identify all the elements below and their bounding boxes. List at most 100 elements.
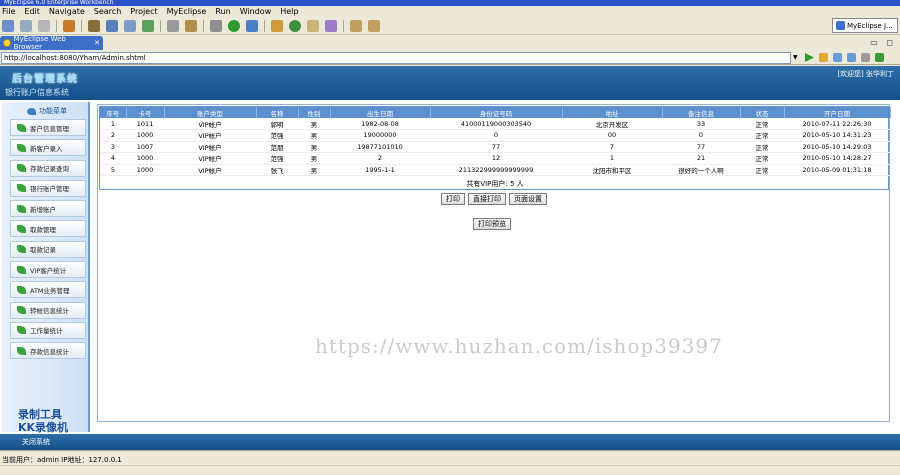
table-cell: 1000 — [126, 152, 164, 165]
browser-icon[interactable] — [142, 19, 154, 32]
back-icon[interactable] — [833, 53, 842, 62]
column-header[interactable]: 地址 — [562, 107, 663, 118]
table-cell: 2010-05-10 14:31:23 — [784, 129, 890, 142]
menu-run[interactable]: Run — [215, 6, 230, 17]
column-header[interactable]: 名称 — [256, 107, 299, 118]
leaf-icon — [17, 346, 26, 355]
table-cell: 郭明 — [256, 118, 298, 130]
deploy-icon[interactable] — [88, 19, 100, 32]
column-header[interactable]: 序号 — [100, 107, 127, 118]
sidebar-item-deposit-stats[interactable]: 存款信息统计 — [10, 342, 86, 360]
tab-web-browser[interactable]: MyEclipse Web Browser ✕ — [0, 35, 103, 51]
print-icon[interactable] — [38, 19, 50, 32]
bookmark-icon[interactable] — [819, 53, 828, 62]
column-header[interactable]: 性别 — [298, 107, 331, 118]
column-header[interactable]: 开户日期 — [784, 107, 891, 118]
menu-navigate[interactable]: Navigate — [49, 6, 85, 17]
column-header[interactable]: 备注信息 — [662, 107, 741, 118]
table-cell: 很好的一个人啊 — [662, 164, 740, 176]
table-row[interactable]: 5 1000 VIP帐户 张飞男 1995-1-1 211322999999999999 沈… — [100, 164, 890, 176]
table-row[interactable]: 3 1007 VIP帐户 范朋男 19877101010 77 7 77 正常 2010-05-1… — [100, 141, 890, 153]
go-icon[interactable] — [805, 53, 814, 62]
sidebar-item-workload-stats[interactable]: 工作量统计 — [10, 321, 86, 339]
table-row[interactable]: 2 1000 VIP帐户 范强男 19000000 0 00 0 正常 2010-05-10 14… — [100, 129, 890, 142]
print-preview-button[interactable]: 打印预览 — [473, 218, 511, 230]
table-cell: 2010-05-10 14:29:03 — [784, 141, 890, 153]
table-cell: 33 — [662, 118, 740, 130]
table-cell: 19000000 — [330, 129, 430, 142]
sidebar-item-label: 存款信息统计 — [30, 347, 69, 356]
table-cell: 1 — [100, 118, 126, 130]
sidebar-item-withdraw-records[interactable]: 取款记录 — [10, 240, 86, 258]
table-cell: VIP帐户 — [164, 118, 256, 130]
server-icon[interactable] — [106, 19, 118, 32]
table-cell: 2010-05-10 14:28:27 — [784, 152, 890, 165]
chevron-down-icon[interactable]: ▼ — [793, 54, 801, 61]
column-header[interactable]: 账户类型 — [164, 107, 257, 118]
forward-icon[interactable] — [847, 53, 856, 62]
sidebar-item-atm-manage[interactable]: ATM业务管理 — [10, 281, 86, 299]
stop-icon[interactable] — [861, 53, 870, 62]
menu-search[interactable]: Search — [94, 6, 121, 17]
new-icon[interactable] — [2, 19, 14, 32]
column-header[interactable]: 出生日期 — [330, 107, 431, 118]
table-cell: 男 — [298, 118, 330, 130]
sidebar-item-transfer-stats[interactable]: 转帐信息统计 — [10, 301, 86, 319]
url-watermark: https://www.huzhan.com/ishop39397 — [315, 334, 723, 358]
menu-help[interactable]: Help — [280, 6, 298, 17]
leaf-icon — [17, 265, 26, 274]
package-icon[interactable] — [63, 19, 75, 32]
sidebar-item-deposit-query[interactable]: 存款记录查询 — [10, 159, 86, 177]
back-icon[interactable] — [350, 19, 362, 32]
column-header[interactable]: 身份证号码 — [430, 107, 563, 118]
page-setup-button[interactable]: 页面设置 — [509, 193, 547, 205]
status-bar: 当前用户：admin IP地址：127.0.0.1 — [0, 450, 900, 475]
sidebar-item-new-account[interactable]: 新增账户 — [10, 200, 86, 218]
menu-file[interactable]: File — [2, 6, 15, 17]
url-input[interactable] — [1, 51, 791, 64]
save-icon[interactable] — [20, 19, 32, 32]
app-header: 后台管理系统 银行账户信息系统 [欢迎您] 张华利丁 — [0, 66, 900, 100]
table-cell: 北京开发区 — [562, 118, 662, 130]
external-tools-icon[interactable] — [289, 19, 301, 32]
vip-grid: 序号 卡号 账户类型 名称 性别 出生日期 身份证号码 地址 备注信息 状态 开… — [100, 107, 891, 176]
marker-icon[interactable] — [325, 19, 337, 32]
gear-icon[interactable] — [210, 19, 222, 32]
open-type-icon[interactable] — [185, 19, 197, 32]
sidebar-item-new-customer[interactable]: 新客户录入 — [10, 139, 86, 157]
search-icon[interactable] — [307, 19, 319, 32]
close-icon[interactable]: ✕ — [94, 39, 100, 47]
debug-icon[interactable] — [246, 19, 258, 32]
folder-icon[interactable] — [271, 19, 283, 32]
menu-project[interactable]: Project — [130, 6, 157, 17]
perspective-switcher[interactable]: MyEclipse J... — [832, 18, 898, 33]
sidebar-item-customer-info[interactable]: 客户信息管理 — [10, 119, 86, 136]
run-icon[interactable] — [228, 19, 240, 32]
table-cell: 77 — [430, 141, 562, 153]
database-icon[interactable] — [124, 19, 136, 32]
welcome-text: [欢迎您] 张华利丁 — [837, 70, 894, 78]
print-button[interactable]: 打印 — [441, 193, 465, 205]
window-controls[interactable]: ▭ ◻ — [870, 38, 896, 47]
column-header[interactable]: 卡号 — [126, 107, 165, 118]
column-header[interactable]: 状态 — [740, 107, 785, 118]
sidebar-item-account-manage[interactable]: 银行账户管理 — [10, 179, 86, 197]
menu-window[interactable]: Window — [240, 6, 272, 17]
leaf-icon — [17, 245, 26, 254]
table-row[interactable]: 4 1000 VIP帐户 范强男 2 12 1 21 正常 2010-05-10 14:28:27 — [100, 152, 890, 165]
direct-print-button[interactable]: 直接打印 — [468, 193, 506, 205]
table-cell: 1000 — [126, 129, 164, 142]
sidebar-item-label: 取款管理 — [30, 225, 56, 234]
sidebar-item-vip-stats[interactable]: VIP客户统计 — [10, 261, 86, 279]
refresh-icon[interactable] — [875, 53, 884, 62]
logout-link[interactable]: 关闭系统 — [22, 437, 50, 447]
forward-icon[interactable] — [368, 19, 380, 32]
leaf-icon — [17, 224, 26, 233]
menu-edit[interactable]: Edit — [24, 6, 40, 17]
sidebar-item-withdraw-manage[interactable]: 取款管理 — [10, 220, 86, 238]
build-icon[interactable] — [167, 19, 179, 32]
table-cell: 正常 — [740, 141, 784, 153]
menu-myeclipse[interactable]: MyEclipse — [167, 6, 207, 17]
table-row[interactable]: 1 1011 VIP帐户 郭明男 1982-08-08 41000119000303540… — [100, 118, 890, 130]
perspective-label: MyEclipse J... — [847, 21, 893, 30]
